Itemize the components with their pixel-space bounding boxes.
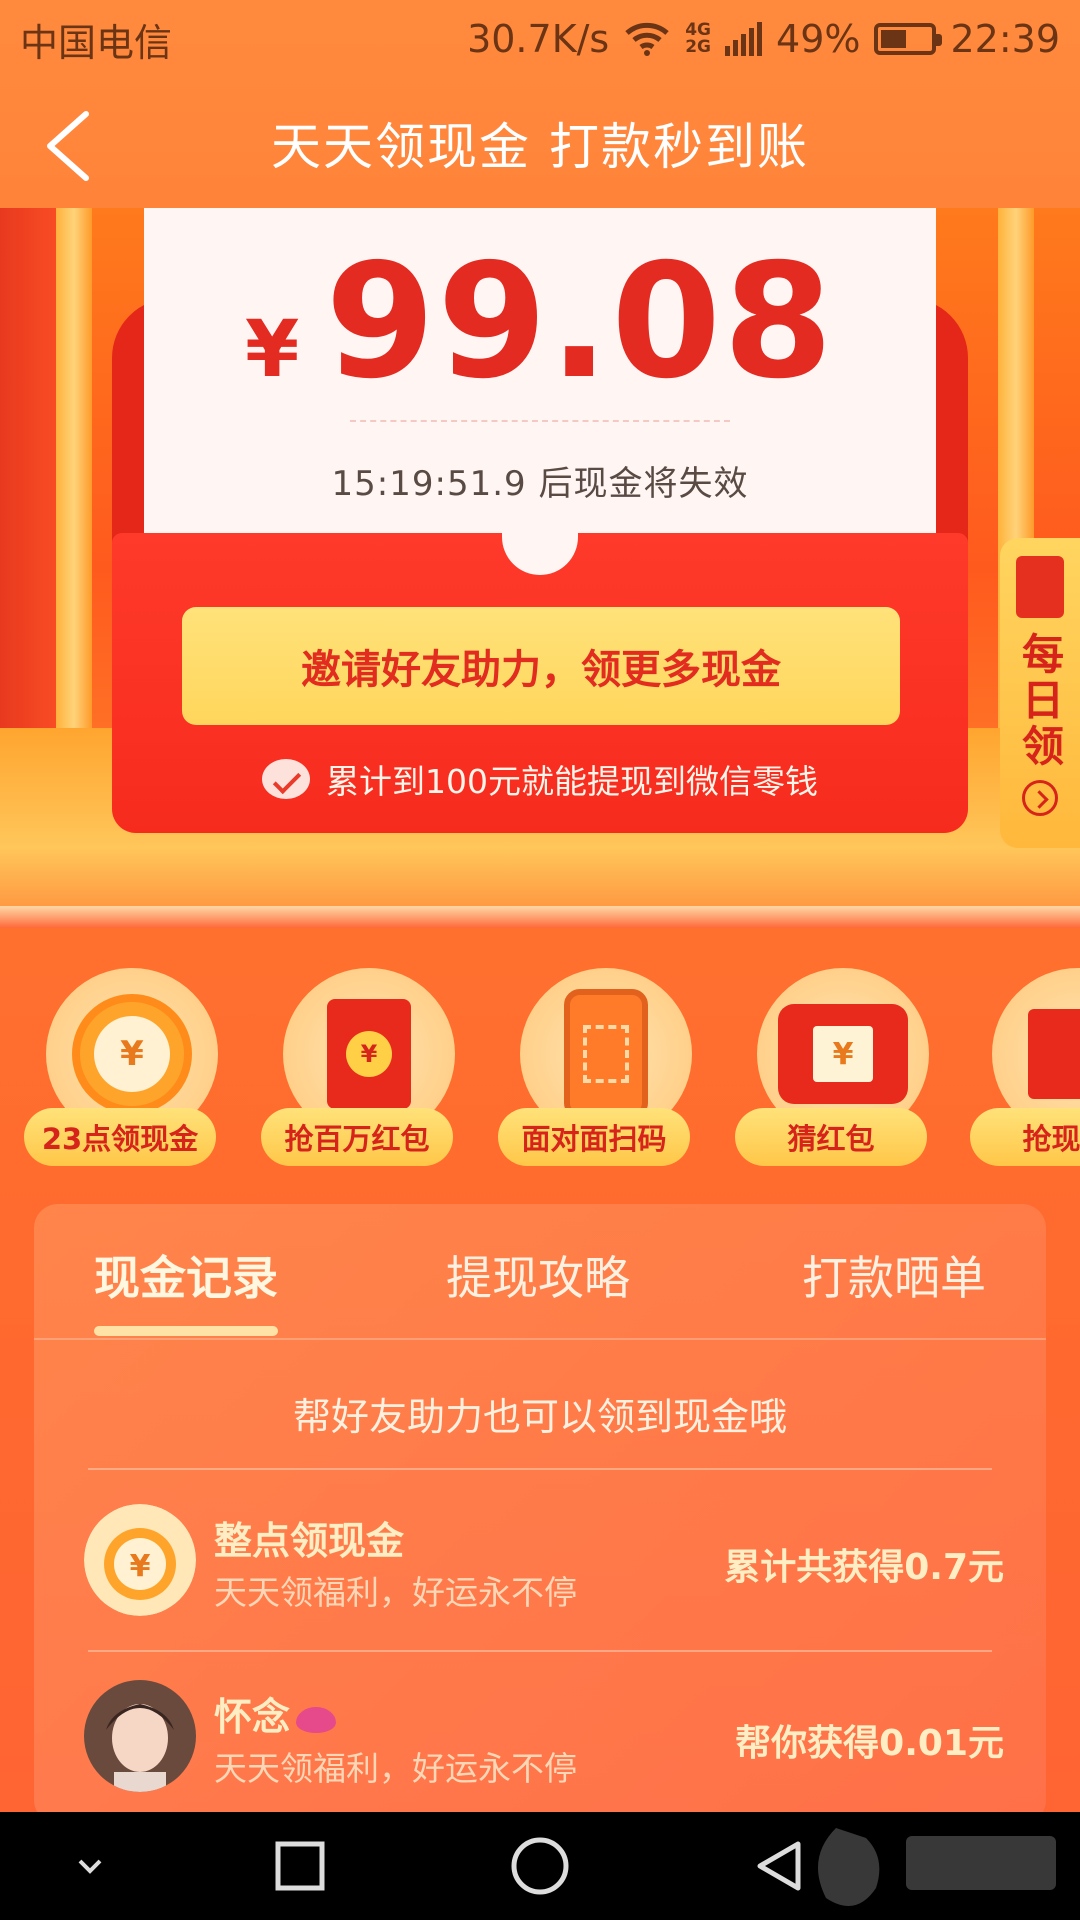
shortcut-label: 抢现金 bbox=[970, 1108, 1080, 1166]
clock: 22:39 bbox=[950, 17, 1060, 61]
app-screen: 中国电信 30.7K/s 4G 2G 49% 22:39 天天领现金 打款秒到账… bbox=[0, 0, 1080, 1812]
page-title: 天天领现金 打款秒到账 bbox=[271, 118, 809, 176]
record-title-text: 怀念 bbox=[214, 1695, 291, 1739]
amount-row: ¥ 99.08 bbox=[144, 230, 936, 414]
avatar bbox=[84, 1680, 196, 1792]
shortcut-guess-envelope[interactable]: ¥ 猜红包 bbox=[735, 968, 935, 1168]
daily-claim-button[interactable]: 每日领 bbox=[1000, 538, 1080, 848]
svg-text:¥: ¥ bbox=[130, 1549, 151, 1584]
record-title: 整点领现金 bbox=[214, 1519, 405, 1563]
shortcut-label: 猜红包 bbox=[735, 1108, 927, 1166]
system-nav-bar bbox=[0, 1812, 1080, 1920]
divider bbox=[88, 1650, 992, 1652]
wechat-pay-icon bbox=[262, 759, 310, 799]
home-button[interactable] bbox=[470, 1812, 610, 1920]
shortcut-face-scan[interactable]: 面对面扫码 bbox=[498, 968, 698, 1168]
invite-friends-button[interactable]: 邀请好友助力，领更多现金 bbox=[182, 607, 900, 725]
shortcut-label: 抢百万红包 bbox=[261, 1108, 453, 1166]
tab-withdraw-guide[interactable]: 提现攻略 bbox=[446, 1242, 630, 1308]
records-tabs: 现金记录 提现攻略 打款晒单 bbox=[34, 1204, 1046, 1340]
daily-claim-label: 每日领 bbox=[1015, 632, 1065, 770]
red-envelope-icon bbox=[1016, 556, 1064, 618]
battery-icon bbox=[874, 23, 943, 55]
shortcut-grab-cash[interactable]: 抢现金 bbox=[970, 968, 1080, 1168]
back-button[interactable] bbox=[36, 106, 106, 186]
shortcut-million-envelope[interactable]: ¥ 抢百万红包 bbox=[261, 968, 461, 1168]
square-icon bbox=[275, 1841, 325, 1891]
currency-symbol: ¥ bbox=[244, 305, 300, 395]
hide-nav-button[interactable] bbox=[20, 1812, 160, 1920]
circle-icon bbox=[511, 1837, 569, 1895]
withdraw-tip-text: 累计到100元就能提现到微信零钱 bbox=[326, 762, 818, 801]
chevron-down-icon bbox=[78, 1859, 102, 1874]
chevron-right-icon bbox=[1022, 780, 1058, 816]
stage-edge bbox=[0, 906, 1080, 928]
cash-card: ¥ 99.08 15:19:51.9 后现金将失效 bbox=[144, 208, 936, 553]
shortcut-hourly-cash[interactable]: ¥ 23点领现金 bbox=[24, 968, 224, 1168]
status-bar: 中国电信 30.7K/s 4G 2G 49% 22:39 bbox=[0, 0, 1080, 78]
help-friend-hint: 帮好友助力也可以领到现金哦 bbox=[292, 1395, 787, 1439]
envelope-notch bbox=[502, 527, 578, 575]
watermark-logo bbox=[796, 1818, 1066, 1918]
cash-hero: ¥ 99.08 15:19:51.9 后现金将失效 邀请好友助力，领更多现金 累… bbox=[0, 208, 1080, 928]
record-amount: 累计共获得0.7元 bbox=[724, 1547, 1004, 1588]
status-right: 30.7K/s 4G 2G 49% 22:39 bbox=[467, 17, 1060, 61]
chevron-left-icon bbox=[47, 111, 89, 181]
network-type-bottom: 2G bbox=[685, 37, 712, 57]
divider bbox=[88, 1468, 992, 1470]
divider bbox=[350, 420, 730, 422]
recents-button[interactable] bbox=[230, 1812, 370, 1920]
network-speed: 30.7K/s bbox=[467, 17, 610, 61]
left-pillar bbox=[56, 208, 92, 768]
battery-percent: 49% bbox=[776, 17, 861, 61]
top-bar: 天天领现金 打款秒到账 bbox=[0, 78, 1080, 208]
lips-icon bbox=[296, 1706, 337, 1733]
records-panel: 现金记录 提现攻略 打款晒单 帮好友助力也可以领到现金哦 ¥ 整点领现金 天天领… bbox=[34, 1204, 1046, 1812]
signal-icon bbox=[725, 22, 763, 56]
record-amount: 帮你获得0.01元 bbox=[735, 1723, 1004, 1764]
record-subtitle: 天天领福利，好运永不停 bbox=[214, 1573, 577, 1612]
record-subtitle: 天天领福利，好运永不停 bbox=[214, 1749, 577, 1788]
cash-amount: 99.08 bbox=[325, 230, 836, 414]
expiry-countdown: 15:19:51.9 后现金将失效 bbox=[331, 464, 749, 504]
record-title: 怀念 bbox=[214, 1686, 337, 1741]
list-item: ¥ 整点领现金 天天领福利，好运永不停 累计共获得0.7元 bbox=[84, 1504, 1004, 1624]
shortcut-row: ¥ 23点领现金 ¥ 抢百万红包 面对面扫码 ¥ 猜红包 抢现金 bbox=[0, 968, 1080, 1168]
list-item: 怀念 天天领福利，好运永不停 帮你获得0.01元 bbox=[84, 1680, 1004, 1800]
tab-cash-records[interactable]: 现金记录 bbox=[94, 1242, 278, 1308]
carrier-label: 中国电信 bbox=[20, 20, 173, 65]
tab-payout-showcase[interactable]: 打款晒单 bbox=[802, 1242, 986, 1308]
shortcut-label: 23点领现金 bbox=[24, 1108, 216, 1166]
withdraw-tip: 累计到100元就能提现到微信零钱 bbox=[112, 755, 968, 803]
alarm-clock-icon: ¥ bbox=[84, 1504, 196, 1616]
active-tab-indicator bbox=[94, 1326, 278, 1336]
shortcut-label: 面对面扫码 bbox=[498, 1108, 690, 1166]
wifi-icon bbox=[625, 22, 669, 56]
network-type: 4G 2G bbox=[685, 22, 711, 56]
envelope-front: 邀请好友助力，领更多现金 累计到100元就能提现到微信零钱 bbox=[112, 527, 968, 833]
